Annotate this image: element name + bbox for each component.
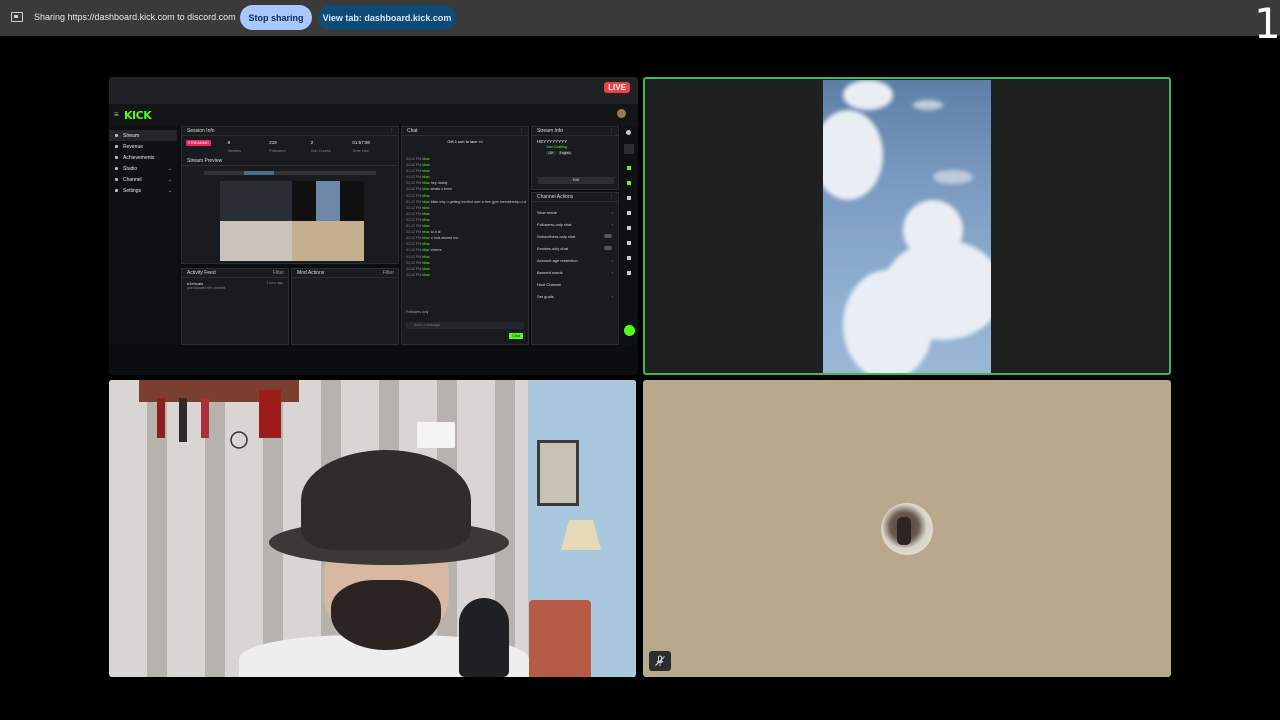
stream-tag: English (557, 151, 573, 155)
live-badge: LIVE (604, 82, 630, 93)
channel-action-item[interactable]: Followers-only chat › (532, 218, 618, 230)
chevron-down-icon: ⌄ (167, 165, 172, 172)
edit-stream-button[interactable]: Edit (538, 177, 614, 184)
toggle-switch (604, 246, 612, 250)
chevron-right-icon: › (611, 293, 613, 299)
preview-toolbar (204, 171, 376, 175)
session-info-title: Session Info ⋮ (182, 127, 398, 136)
screen-share-icon (11, 12, 23, 22)
session-stat: 8 Viewers (227, 140, 242, 153)
chat-title: Chat ⋮ (402, 127, 528, 136)
sidebar-item-channel[interactable]: Channel ⌄ (109, 174, 177, 185)
channel-action-item[interactable]: Slow mode › (532, 206, 618, 218)
mod-actions-panel: Mod Actions Filter (291, 268, 399, 345)
chevron-right-icon: › (611, 209, 613, 215)
webcam-tile[interactable] (109, 380, 636, 677)
session-stat: 2 Sub Counts (310, 140, 331, 153)
kick-dashboard: ≡ KICK Stream Revenue Achievements Studio ⌄ C… (109, 104, 638, 375)
side-table (529, 600, 591, 677)
kick-sidebar: Stream Revenue Achievements Studio ⌄ Channel ⌄… (109, 126, 177, 344)
chevron-right-icon: › (611, 269, 613, 275)
stream-preview-title: Stream Preview (182, 157, 398, 166)
chevron-right-icon: › (611, 257, 613, 263)
channel-action-item[interactable]: Set goals › (532, 290, 618, 302)
participant-tile[interactable] (643, 380, 1171, 677)
avatar (617, 109, 626, 118)
sky-camera-tile[interactable] (643, 77, 1171, 375)
stream-preview-video (220, 181, 364, 261)
stop-sharing-button[interactable]: Stop sharing (240, 5, 312, 30)
microphone (459, 598, 509, 677)
chevron-down-icon: ⌄ (167, 176, 172, 183)
page-number: 1 (1254, 0, 1280, 48)
hat-crown (301, 450, 471, 550)
sidebar-item-achievements[interactable]: Achievements (109, 152, 177, 163)
view-tab-button[interactable]: View tab: dashboard.kick.com (318, 5, 456, 30)
sidebar-item-stream[interactable]: Stream (109, 130, 177, 141)
channel-action-item[interactable]: Banned words › (532, 266, 618, 278)
screen-share-tile[interactable]: LIVE ≡ KICK Stream Revenue Achievements Stu… (109, 77, 638, 375)
menu-icon: ≡ (114, 110, 119, 119)
quick-actions-rail (621, 126, 638, 345)
chat-message: 01:12 PM bliac (406, 272, 430, 277)
avatar[interactable] (881, 503, 933, 555)
mod-actions-title: Mod Actions Filter (292, 269, 398, 278)
chat-panel: Chat ⋮ Gift 1 sub to lace 'n! 01:12 PM bl… (401, 126, 529, 345)
session-stat: 219 Followers (269, 140, 286, 153)
sky-video (823, 80, 991, 373)
thermostat (417, 422, 455, 448)
sidebar-item-revenue[interactable]: Revenue (109, 141, 177, 152)
session-stat: 01:57:06 Time Live (352, 140, 370, 153)
chevron-right-icon: › (611, 221, 613, 227)
activity-feed-title: Activity Feed Filter (182, 269, 288, 278)
sharing-status-text: Sharing https://dashboard.kick.com to di… (34, 12, 236, 22)
stream-info-title: Stream Info ⋮ (532, 127, 618, 136)
chat-input[interactable]: Send a message (406, 322, 524, 329)
stream-tags: 18+ English (532, 149, 618, 155)
wall-picture (537, 440, 579, 506)
streaming-badge: STREAMING (186, 140, 211, 146)
kick-topbar: ≡ KICK (109, 104, 638, 126)
kick-logo: KICK (124, 109, 152, 122)
mic-muted-icon (649, 651, 671, 671)
channel-action-item[interactable]: Subscribers-only chat (532, 230, 618, 242)
gift-banner: Gift 1 sub to lace 'n! (447, 139, 483, 144)
toggle-switch (604, 234, 612, 238)
channel-actions-panel: Channel Actions ⋮ Slow mode › Followers-onl… (531, 192, 619, 345)
sidebar-item-studio[interactable]: Studio ⌄ (109, 163, 177, 174)
sharing-bar: Sharing https://dashboard.kick.com to di… (0, 0, 1280, 36)
refresh-icon[interactable] (624, 325, 635, 336)
channel-action-item[interactable]: Emotes-only chat (532, 242, 618, 254)
stream-tag: 18+ (546, 151, 556, 155)
channel-action-item[interactable]: Host Channel (532, 278, 618, 290)
chat-send-button[interactable]: Chat (509, 333, 523, 339)
wine-rack-decor (139, 380, 299, 449)
channel-action-item[interactable]: Account age restriction › (532, 254, 618, 266)
session-stats: STREAMING 8 Viewers 219 Followers 2 Sub Counts… (182, 136, 398, 153)
channel-actions-list: Slow mode › Followers-only chat › Subscriber… (532, 202, 618, 302)
sidebar-item-settings[interactable]: Settings ⌄ (109, 185, 177, 196)
stream-info-panel: Stream Info ⋮ HEYYYYYYYY Just Chatting 18… (531, 126, 619, 190)
session-info-panel: Session Info ⋮ STREAMING 8 Viewers 219 Follow… (181, 126, 399, 264)
followers-only-note: Followers only (406, 310, 429, 314)
channel-actions-title: Channel Actions ⋮ (532, 193, 618, 202)
activity-feed-panel: Activity Feed Filter e4ehcats 1 hour ago … (181, 268, 289, 345)
stream-title: HEYYYYYYYY (537, 139, 568, 144)
chevron-down-icon: ⌄ (167, 187, 172, 194)
person-beard (331, 580, 441, 650)
chat-messages: 01:12 PM bliac 01:12 PM bliac 01:12 PM b… (406, 157, 526, 279)
activity-item: e4ehcats 1 hour ago just followed the ch… (187, 281, 283, 290)
